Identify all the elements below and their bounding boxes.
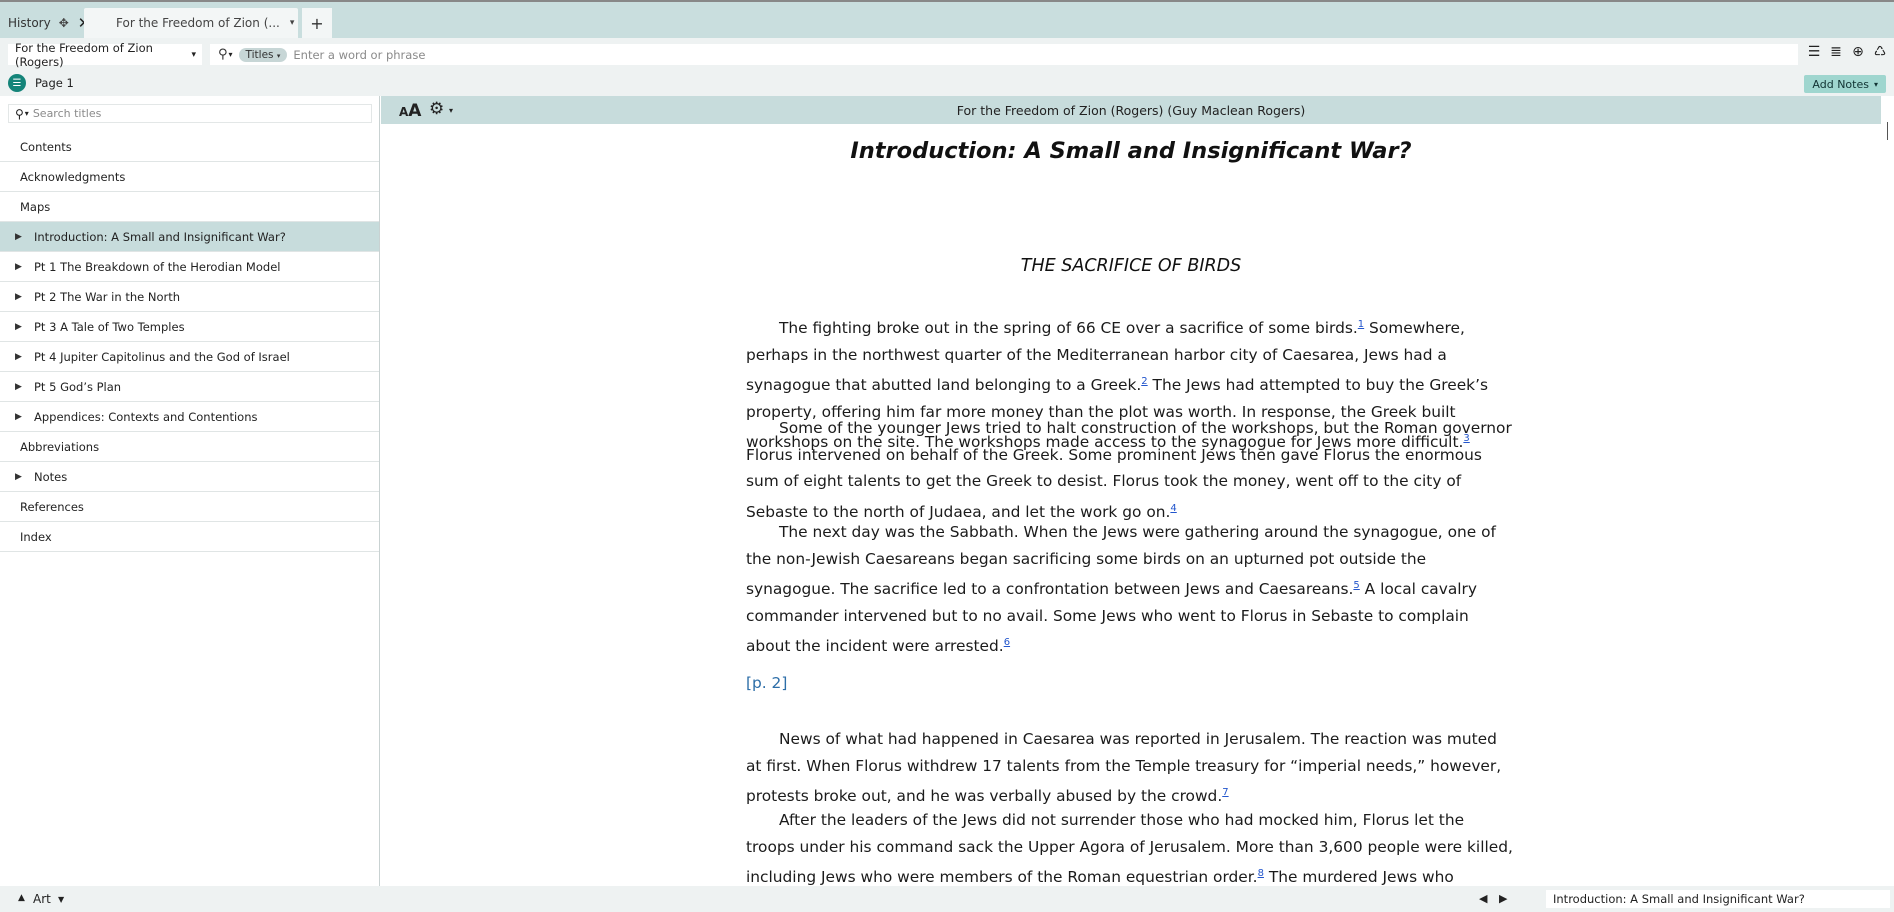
footnote-link[interactable]: 7 — [1222, 787, 1228, 798]
sidebar-item-label: References — [20, 499, 84, 514]
expand-arrow-icon[interactable]: ▶ — [15, 412, 22, 422]
sidebar-search: ⚲ ▾ — [8, 104, 372, 123]
page-row: ☰ Page 1 Add Notes ▾ — [0, 70, 1894, 96]
expand-arrow-icon[interactable]: ▶ — [15, 262, 22, 272]
chevron-down-icon[interactable]: ▾ — [25, 109, 29, 118]
add-notes-label: Add Notes — [1812, 77, 1869, 91]
expand-arrow-icon[interactable]: ▶ — [15, 322, 22, 332]
sidebar-item-label: Pt 2 The War in the North — [34, 289, 181, 304]
sidebar-item[interactable]: ▶ Introduction: A Small and Insignificant… — [0, 222, 379, 252]
footnote-link[interactable]: 6 — [1004, 637, 1010, 648]
sidebar-item-label: Index — [20, 529, 52, 544]
reader-header: AA ⚙ ▾ For the Freedom of Zion (Rogers) … — [381, 96, 1881, 124]
expand-arrow-icon[interactable]: ▶ — [15, 232, 22, 242]
expand-arrow-icon[interactable]: ▶ — [15, 472, 22, 482]
next-icon[interactable]: ▶ — [1499, 892, 1507, 905]
tab-history[interactable]: History ✥ ✕ — [0, 8, 90, 38]
paragraph: After the leaders of the Jews did not su… — [746, 811, 1513, 886]
search-input[interactable] — [293, 47, 1798, 62]
scrollbar-thumb[interactable] — [1887, 122, 1888, 140]
tab-history-label: History — [8, 16, 51, 30]
sidebar-item[interactable]: ▶ Pt 1 The Breakdown of the Herodian Mode… — [0, 252, 379, 282]
sidebar-item[interactable]: Index — [0, 522, 379, 552]
sidebar-item-label: Notes — [34, 469, 68, 484]
pin-icon[interactable]: ✥ — [59, 16, 69, 30]
chevron-down-icon: ▾ — [1873, 79, 1878, 89]
search-icon[interactable]: ⚲ — [15, 107, 24, 121]
add-notes-button[interactable]: Add Notes ▾ — [1804, 75, 1886, 93]
sidebar-item-label: Maps — [20, 199, 51, 214]
sidebar-item[interactable]: ▶ Pt 5 God’s Plan — [0, 372, 379, 402]
paragraph: News of what had happened in Caesarea wa… — [746, 730, 1502, 806]
menu-icon[interactable]: ☰ — [1806, 44, 1822, 60]
sidebar-item[interactable]: ▶ Pt 2 The War in the North — [0, 282, 379, 312]
search-scope-pill[interactable]: Titles ▾ — [238, 47, 288, 62]
sidebar-item[interactable]: Abbreviations — [0, 432, 379, 462]
footnote-link[interactable]: 8 — [1258, 868, 1264, 879]
sidebar-item[interactable]: ▶ Appendices: Contexts and Contentions — [0, 402, 379, 432]
expand-arrow-icon[interactable]: ▶ — [15, 292, 22, 302]
sidebar-item-label: Appendices: Contexts and Contentions — [34, 409, 258, 424]
footnote-link[interactable]: 4 — [1170, 503, 1176, 514]
tab-book[interactable]: For the Freedom of Zion (... ▾ — [84, 8, 298, 38]
sidebar-item[interactable]: Contents — [0, 132, 379, 162]
section-title: THE SACRIFICE OF BIRDS — [1020, 256, 1242, 276]
paragraph: Some of the younger Jews tried to halt c… — [746, 419, 1512, 521]
sidebar-item[interactable]: References — [0, 492, 379, 522]
add-circle-icon[interactable]: ⊕ — [1850, 44, 1866, 60]
sidebar-item-label: Acknowledgments — [20, 169, 126, 184]
tab-strip: History ✥ ✕ For the Freedom of Zion (...… — [0, 0, 1894, 38]
reader-title: For the Freedom of Zion (Rogers) (Guy Ma… — [956, 103, 1306, 118]
sidebar-item[interactable]: ▶ Pt 4 Jupiter Capitolinus and the God of… — [0, 342, 379, 372]
sidebar-item[interactable]: ▶ Notes — [0, 462, 379, 492]
sidebar-item-label: Pt 1 The Breakdown of the Herodian Model — [34, 259, 281, 274]
previous-icon[interactable]: ◀ — [1479, 892, 1487, 905]
table-of-contents-icon[interactable]: ☰ — [8, 74, 26, 92]
toolbar-icons: ☰ ≣ ⊕ ♺ — [1806, 44, 1888, 60]
resource-select[interactable]: For the Freedom of Zion (Rogers) ▾ — [8, 41, 202, 69]
paragraph: The next day was the Sabbath. When the J… — [746, 523, 1496, 656]
sidebar-item-label: Pt 3 A Tale of Two Temples — [34, 319, 185, 334]
page-marker[interactable]: [p. 2] — [746, 674, 787, 692]
toolbar: For the Freedom of Zion (Rogers) ▾ ⚲ ▾ T… — [0, 38, 1894, 70]
footnote-link[interactable]: 5 — [1353, 580, 1359, 591]
table-of-contents: Contents Acknowledgments Maps ▶ Introduction… — [0, 132, 379, 552]
footnote-link[interactable]: 2 — [1141, 376, 1147, 387]
sidebar-item-label: Abbreviations — [20, 439, 100, 454]
reader-content: Introduction: A Small and Insignificant … — [381, 124, 1881, 886]
sidebar-item-label: Introduction: A Small and Insignificant … — [34, 229, 286, 244]
sidebar-search-input[interactable] — [32, 107, 371, 120]
chevron-down-icon[interactable]: ▼ — [58, 895, 64, 904]
search-icon[interactable]: ⚲ — [218, 47, 228, 62]
tab-book-label: For the Freedom of Zion (... — [116, 16, 280, 30]
expand-arrow-icon[interactable]: ▶ — [15, 382, 22, 392]
page-indicator: Page 1 — [35, 76, 74, 90]
chevron-down-icon[interactable]: ▾ — [229, 50, 233, 59]
caret-up-icon[interactable]: ▲ — [18, 893, 25, 903]
chevron-down-icon: ▾ — [191, 49, 196, 60]
chapter-title: Introduction: A Small and Insignificant … — [850, 138, 1412, 164]
sidebar-item[interactable]: Maps — [0, 192, 379, 222]
search-bar: ⚲ ▾ Titles ▾ — [210, 44, 1798, 65]
sidebar: ⚲ ▾ Contents Acknowledgments Maps ▶ Introduc… — [0, 96, 380, 886]
sidebar-item[interactable]: ▶ Pt 3 A Tale of Two Temples — [0, 312, 379, 342]
scrollbar[interactable] — [1881, 96, 1894, 886]
sidebar-item-label: Pt 5 God’s Plan — [34, 379, 122, 394]
expand-arrow-icon[interactable]: ▶ — [15, 352, 22, 362]
search-scope-label: Titles — [245, 48, 274, 61]
sidebar-item-label: Contents — [20, 139, 72, 154]
location-field[interactable]: Introduction: A Small and Insignificant … — [1546, 890, 1890, 908]
chevron-down-icon[interactable]: ▾ — [290, 18, 295, 28]
sidebar-item[interactable]: Acknowledgments — [0, 162, 379, 192]
status-bar: ▲ Art ▼ ◀ ▶ Introduction: A Small and In… — [0, 886, 1894, 912]
resource-select-value: For the Freedom of Zion (Rogers) — [15, 40, 153, 69]
chevron-down-icon: ▾ — [276, 51, 281, 60]
footnote-link[interactable]: 1 — [1358, 319, 1364, 330]
recycle-icon[interactable]: ♺ — [1872, 44, 1888, 60]
layout-name[interactable]: Art — [33, 892, 51, 906]
list-icon[interactable]: ≣ — [1828, 44, 1844, 60]
sidebar-item-label: Pt 4 Jupiter Capitolinus and the God of … — [34, 349, 290, 364]
new-tab-button[interactable]: + — [302, 8, 332, 38]
